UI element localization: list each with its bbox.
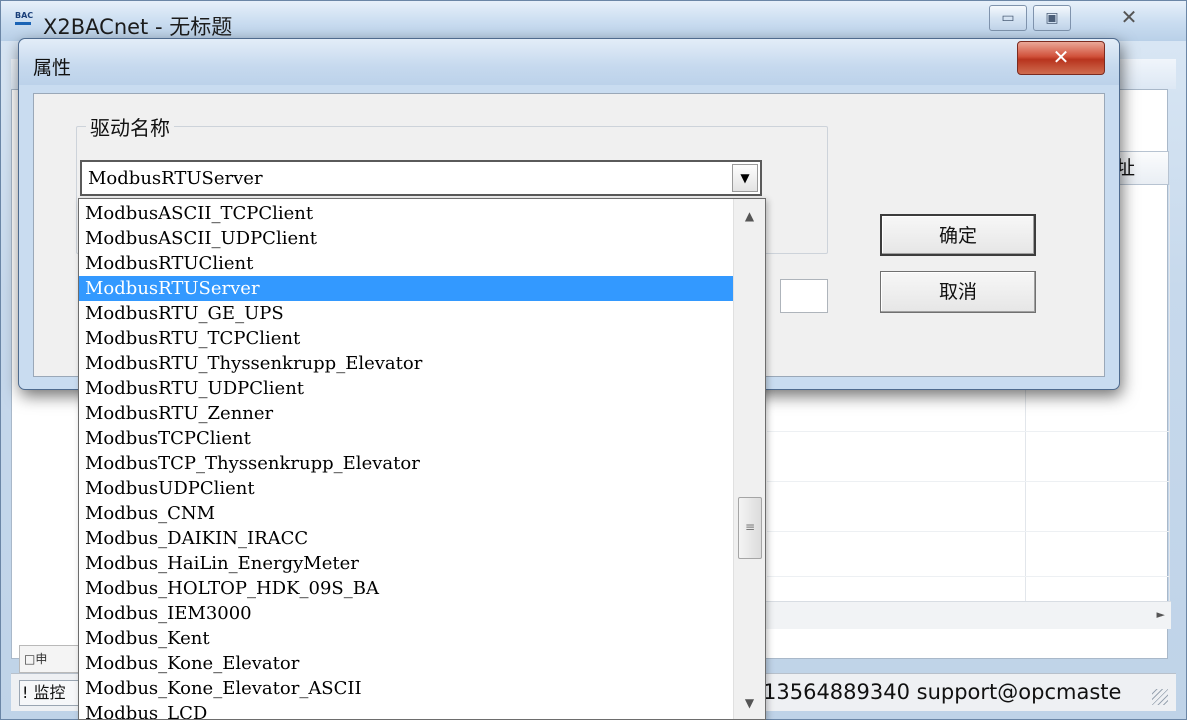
- dropdown-item[interactable]: Modbus_HaiLin_EnergyMeter: [79, 551, 733, 576]
- text-field[interactable]: [780, 279, 828, 313]
- dropdown-item[interactable]: ModbusRTUServer: [79, 276, 733, 301]
- dropdown-item[interactable]: ModbusUDPClient: [79, 476, 733, 501]
- scroll-right-icon[interactable]: ►: [1157, 608, 1165, 621]
- main-title-bar: BAC X2BACnet - 无标题 ▭ ▣ ✕: [1, 1, 1186, 41]
- dropdown-item[interactable]: Modbus_CNM: [79, 501, 733, 526]
- app-icon: BAC: [15, 11, 35, 33]
- dropdown-item[interactable]: Modbus_HOLTOP_HDK_09S_BA: [79, 576, 733, 601]
- dialog-title: 属性: [33, 57, 72, 79]
- dropdown-item[interactable]: ModbusRTU_GE_UPS: [79, 301, 733, 326]
- dropdown-item[interactable]: Modbus_IEM3000: [79, 601, 733, 626]
- close-button[interactable]: ✕: [1077, 5, 1181, 31]
- status-contact-info: 13564889340 support@opcmaste: [763, 680, 1122, 704]
- dropdown-item[interactable]: Modbus_DAIKIN_IRACC: [79, 526, 733, 551]
- dropdown-item[interactable]: ModbusTCP_Thyssenkrupp_Elevator: [79, 451, 733, 476]
- window-title: X2BACnet - 无标题: [43, 15, 233, 39]
- grid-divider: [767, 431, 1169, 432]
- dropdown-scrollbar[interactable]: ▲ ≡ ▼: [733, 199, 765, 719]
- grid-divider: [767, 481, 1169, 482]
- dropdown-item[interactable]: Modbus_LCD: [79, 701, 733, 719]
- chevron-down-icon[interactable]: ▼: [732, 164, 758, 192]
- driver-dropdown-list[interactable]: ModbusASCII_TCPClient ModbusASCII_UDPClie…: [78, 198, 766, 720]
- combobox-value: ModbusRTUServer: [88, 168, 263, 189]
- minimize-button[interactable]: ▭: [989, 5, 1027, 31]
- dropdown-item[interactable]: ModbusASCII_UDPClient: [79, 226, 733, 251]
- driver-name-combobox[interactable]: ModbusRTUServer ▼: [80, 160, 762, 196]
- cancel-button[interactable]: 取消: [880, 271, 1036, 313]
- resize-grip-icon[interactable]: [1152, 689, 1168, 705]
- horizontal-scrollbar[interactable]: ►: [761, 601, 1171, 629]
- dropdown-item[interactable]: ModbusRTUClient: [79, 251, 733, 276]
- dropdown-item[interactable]: ModbusASCII_TCPClient: [79, 201, 733, 226]
- grid-divider: [1169, 185, 1170, 601]
- scroll-up-icon[interactable]: ▲: [734, 201, 765, 231]
- dropdown-item[interactable]: Modbus_Kent: [79, 626, 733, 651]
- driver-name-label: 驱动名称: [86, 112, 174, 141]
- dropdown-item[interactable]: ModbusRTU_Zenner: [79, 401, 733, 426]
- ok-button[interactable]: 确定: [880, 214, 1036, 256]
- dropdown-item[interactable]: ModbusRTU_TCPClient: [79, 326, 733, 351]
- dropdown-items: ModbusASCII_TCPClient ModbusASCII_UDPClie…: [79, 201, 733, 719]
- scroll-thumb[interactable]: ≡: [738, 497, 762, 559]
- dialog-close-button[interactable]: ✕: [1017, 41, 1105, 75]
- grid-divider: [767, 531, 1169, 532]
- dropdown-item[interactable]: Modbus_Kone_Elevator_ASCII: [79, 676, 733, 701]
- grid-divider: [767, 576, 1169, 577]
- dropdown-item[interactable]: ModbusRTU_UDPClient: [79, 376, 733, 401]
- dropdown-item[interactable]: ModbusTCPClient: [79, 426, 733, 451]
- dropdown-item[interactable]: ModbusRTU_Thyssenkrupp_Elevator: [79, 351, 733, 376]
- maximize-button[interactable]: ▣: [1033, 5, 1071, 31]
- scroll-down-icon[interactable]: ▼: [734, 693, 765, 717]
- dialog-title-bar: 属性 ✕: [19, 39, 1119, 85]
- app-icon-text: BAC: [15, 11, 34, 20]
- dropdown-item[interactable]: Modbus_Kone_Elevator: [79, 651, 733, 676]
